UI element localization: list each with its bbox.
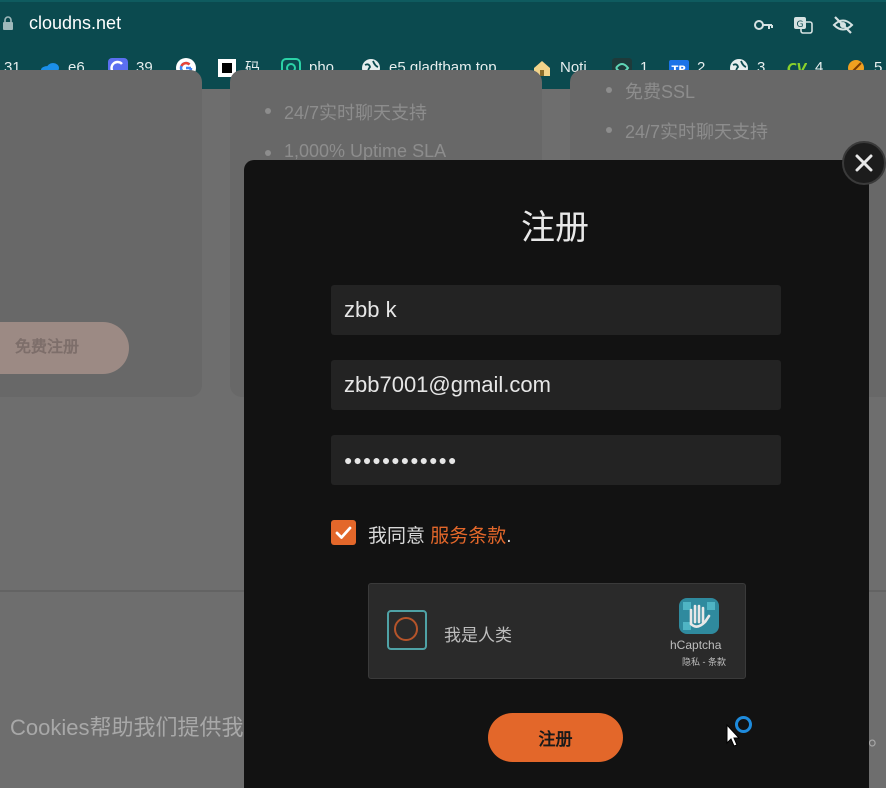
agree-text: 我同意 <box>368 526 431 547</box>
cookie-banner-text: Cookies帮助我们提供我 <box>10 715 244 740</box>
captcha-links[interactable]: 隐私 - 条款 <box>682 655 726 668</box>
name-input[interactable] <box>331 285 781 335</box>
terms-period: . <box>506 526 512 547</box>
captcha-brand: hCaptcha <box>670 638 722 652</box>
eye-off-icon[interactable] <box>832 14 854 36</box>
key-icon[interactable] <box>752 14 774 36</box>
feature-item: 1,000% Uptime SLA <box>264 141 447 161</box>
browser-address-bar: cloudns.net G <box>0 0 886 46</box>
hcaptcha-widget: 我是人类 hCaptcha 隐私 - 条款 <box>368 583 746 679</box>
feature-item: 24/7实时聊天支持 <box>605 118 768 144</box>
url-text[interactable]: cloudns.net <box>29 13 121 34</box>
close-button[interactable] <box>842 141 886 185</box>
free-signup-button[interactable]: 免费注册 <box>0 322 129 374</box>
mouse-cursor-icon <box>726 724 740 747</box>
svg-text:G: G <box>797 20 804 30</box>
password-input[interactable]: ●●●●●●●●●●●● <box>331 435 781 485</box>
register-button[interactable]: 注册 <box>488 713 623 762</box>
translate-icon[interactable]: G <box>792 14 814 36</box>
feature-item: 24/7实时聊天支持 <box>264 99 427 125</box>
checkmark-icon <box>335 526 352 539</box>
captcha-checkbox[interactable] <box>387 610 427 650</box>
email-input[interactable] <box>331 360 781 410</box>
modal-title: 注册 <box>521 209 589 247</box>
cookie-banner-tail: 。 <box>868 720 886 752</box>
terms-checkbox[interactable] <box>331 520 356 545</box>
terms-link[interactable]: 服务条款 <box>430 526 506 547</box>
hcaptcha-logo-icon <box>679 598 719 634</box>
feature-item: 免费SSL <box>605 78 695 104</box>
terms-label: 我同意 服务条款. <box>368 521 512 548</box>
captcha-label: 我是人类 <box>444 626 512 645</box>
lock-icon <box>3 16 13 30</box>
close-icon <box>855 154 873 172</box>
